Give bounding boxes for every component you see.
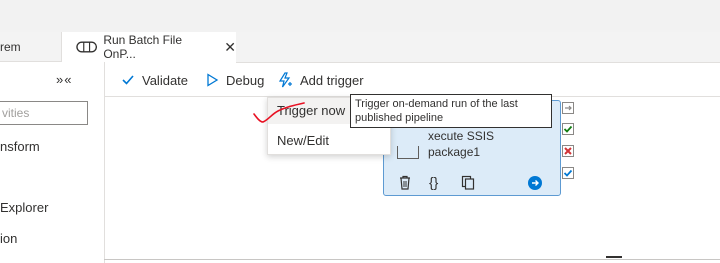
canvas-marker — [606, 256, 622, 258]
collapse-panel-icon[interactable]: »« — [56, 72, 72, 87]
tab-pipeline[interactable]: Run Batch File OnP... ✕ — [62, 32, 236, 62]
code-icon[interactable]: {} — [429, 174, 438, 190]
debug-label: Debug — [226, 72, 265, 88]
add-trigger-label: Add trigger — [300, 72, 364, 88]
tab-transform[interactable]: rem — [0, 32, 62, 62]
arrow-right-circle-icon[interactable] — [528, 176, 542, 190]
close-icon[interactable]: ✕ — [224, 39, 236, 56]
debug-button[interactable]: Debug — [205, 71, 264, 89]
search-activities-input[interactable]: vities — [0, 101, 88, 125]
copy-icon[interactable] — [461, 175, 475, 190]
add-trigger-button[interactable]: Add trigger — [277, 71, 364, 89]
checkmark-icon — [122, 75, 134, 85]
sidebar-item-transform[interactable]: nsform — [0, 139, 40, 154]
tab-label: rem — [0, 39, 21, 54]
activity-name-line2: package1 — [428, 145, 481, 159]
tab-strip — [236, 32, 720, 63]
menu-item-new-edit[interactable]: New/Edit — [277, 133, 329, 148]
success-connector-icon[interactable] — [562, 123, 574, 135]
delete-icon[interactable] — [398, 175, 412, 190]
title-bar — [0, 0, 720, 33]
completion-connector-icon[interactable] — [562, 167, 574, 179]
validate-label: Validate — [142, 72, 189, 88]
red-check-annotation-icon — [253, 102, 305, 123]
activity-name-line1: xecute SSIS — [428, 129, 495, 143]
trigger-now-tooltip: Trigger on-demand run of the last publis… — [350, 94, 552, 128]
play-icon — [207, 73, 219, 87]
sidebar-item-explorer[interactable]: Explorer — [0, 200, 48, 215]
skip-connector-icon[interactable] — [562, 102, 574, 114]
ssis-package-icon — [397, 146, 419, 159]
validate-button[interactable]: Validate — [121, 71, 188, 89]
canvas-bottom-border — [104, 259, 720, 260]
lightning-icon — [278, 72, 292, 88]
failure-connector-icon[interactable] — [562, 145, 574, 157]
sidebar-item-ion[interactable]: ion — [0, 231, 17, 246]
pipeline-icon — [76, 41, 98, 53]
tab-label: Run Batch File OnP... — [103, 33, 183, 61]
